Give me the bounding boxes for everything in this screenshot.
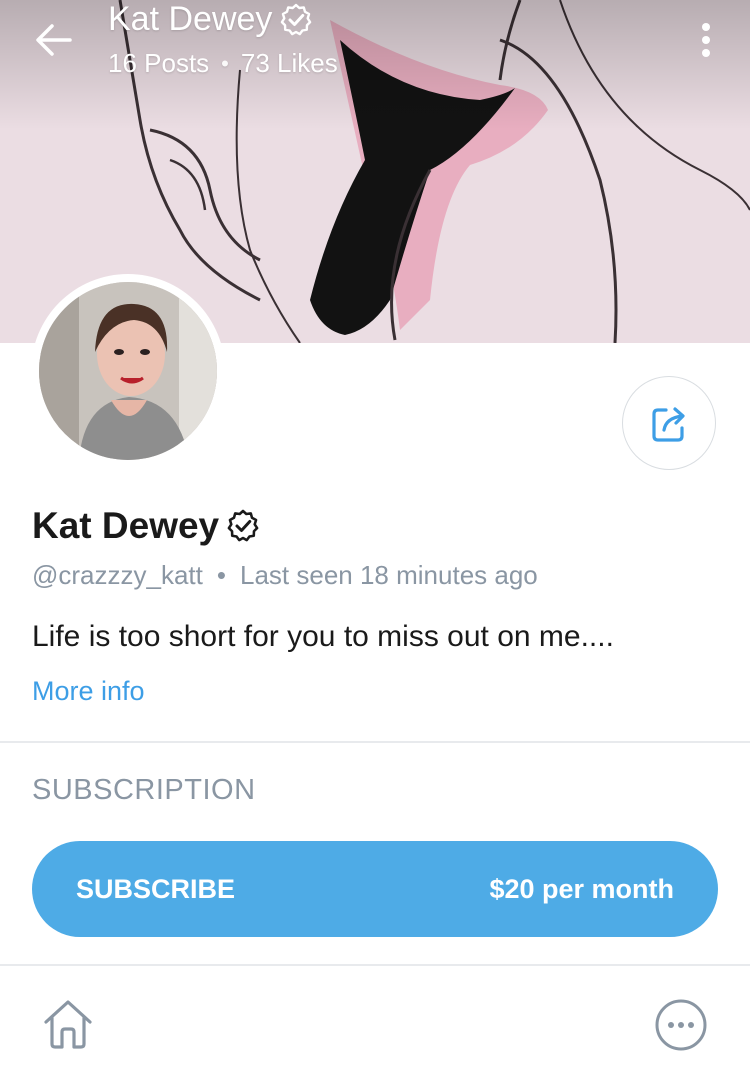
header-name-text: Kat Dewey <box>108 0 273 38</box>
profile-handle: @crazzzy_katt <box>32 560 203 590</box>
profile-bio: Life is too short for you to miss out on… <box>32 620 614 653</box>
share-button[interactable] <box>622 376 716 470</box>
profile-name-text: Kat Dewey <box>32 505 220 546</box>
subscription-heading: SUBSCRIPTION <box>32 774 256 806</box>
options-menu-button[interactable] <box>686 18 726 62</box>
last-seen: Last seen 18 minutes ago <box>240 560 538 590</box>
top-bar: Kat Dewey 16 Posts • 73 Likes <box>0 0 750 90</box>
bottom-nav <box>0 966 750 1075</box>
subline-separator: • <box>216 560 226 590</box>
more-vertical-icon <box>702 23 710 57</box>
more-info-link[interactable]: More info <box>32 676 145 707</box>
share-icon <box>652 407 685 442</box>
stats-separator: • <box>221 50 229 76</box>
home-icon <box>44 1000 92 1049</box>
subscribe-label: SUBSCRIBE <box>76 873 236 904</box>
back-button[interactable] <box>30 18 78 62</box>
more-horizontal-icon <box>655 999 707 1051</box>
more-options-button[interactable] <box>652 996 710 1054</box>
verified-badge-icon <box>227 509 259 542</box>
profile-name: Kat Dewey <box>32 505 261 547</box>
header-title: Kat Dewey <box>108 0 314 39</box>
avatar[interactable] <box>31 274 225 468</box>
home-button[interactable] <box>38 994 98 1054</box>
subscribe-price: $20 per month <box>489 873 674 904</box>
posts-count: 16 Posts <box>108 48 210 78</box>
likes-count: 73 Likes <box>240 48 338 78</box>
header-stats: 16 Posts • 73 Likes <box>108 48 338 79</box>
subscribe-button[interactable]: SUBSCRIBE $20 per month <box>32 841 718 937</box>
arrow-left-icon <box>36 24 72 56</box>
avatar-portrait <box>39 282 217 460</box>
profile-subline: @crazzzy_katt • Last seen 18 minutes ago <box>32 560 538 591</box>
avatar-photo <box>39 282 217 460</box>
section-divider <box>0 741 750 743</box>
verified-badge-icon <box>281 3 312 35</box>
